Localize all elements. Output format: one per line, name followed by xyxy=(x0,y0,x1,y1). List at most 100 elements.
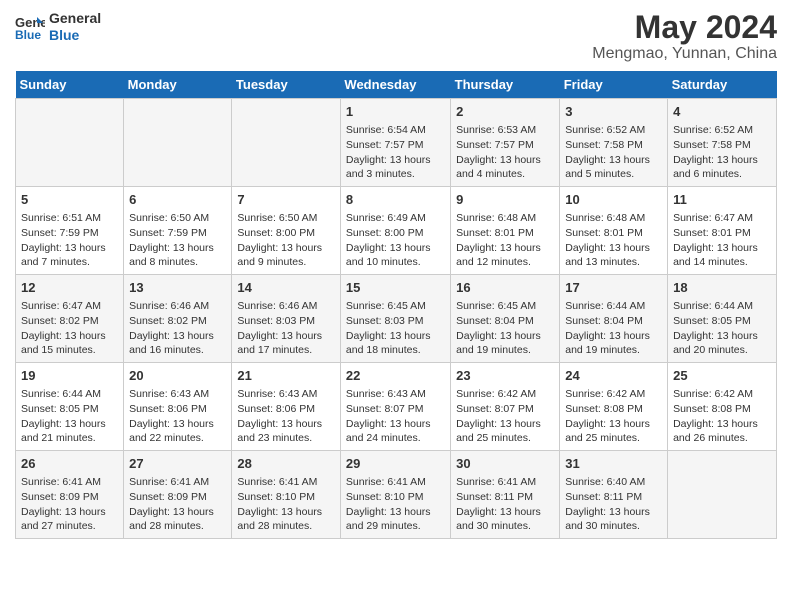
calendar-cell: 23 Sunrise: 6:42 AM Sunset: 8:07 PM Dayli… xyxy=(451,363,560,451)
day-number: 3 xyxy=(565,103,662,121)
day-number: 22 xyxy=(346,367,445,385)
day-info: Sunrise: 6:41 AM Sunset: 8:10 PM Dayligh… xyxy=(346,475,445,534)
day-number: 20 xyxy=(129,367,226,385)
calendar-cell: 13Sunrise: 6:46 AM Sunset: 8:02 PM Dayli… xyxy=(124,275,232,363)
day-number: 4 xyxy=(673,103,771,121)
day-info: Sunrise: 6:42 AM Sunset: 8:08 PM Dayligh… xyxy=(565,387,662,446)
day-info: Sunrise: 6:45 AM Sunset: 8:04 PM Dayligh… xyxy=(456,299,554,358)
calendar-cell: 1 Sunrise: 6:54 AM Sunset: 7:57 PM Daylig… xyxy=(340,99,450,187)
calendar-cell: 6 Sunrise: 6:50 AM Sunset: 7:59 PM Daylig… xyxy=(124,187,232,275)
day-info: Sunrise: 6:43 AM Sunset: 8:06 PM Dayligh… xyxy=(237,387,335,446)
calendar-cell: 25 Sunrise: 6:42 AM Sunset: 8:08 PM Dayli… xyxy=(668,363,777,451)
day-number: 11 xyxy=(673,191,771,209)
week-row-3: 12 Sunrise: 6:47 AM Sunset: 8:02 PM Dayli… xyxy=(16,275,777,363)
calendar-cell: 28Sunrise: 6:41 AM Sunset: 8:10 PM Dayli… xyxy=(232,450,341,538)
day-number: 28 xyxy=(237,455,335,473)
day-info: Sunrise: 6:50 AM Sunset: 8:00 PM Dayligh… xyxy=(237,211,335,270)
weekday-header-thursday: Thursday xyxy=(451,71,560,99)
day-info: Sunrise: 6:46 AM Sunset: 8:03 PM Dayligh… xyxy=(237,299,335,358)
day-info: Sunrise: 6:44 AM Sunset: 8:05 PM Dayligh… xyxy=(21,387,118,446)
title-area: May 2024 Mengmao, Yunnan, China xyxy=(592,10,777,63)
calendar-cell: 5Sunrise: 6:51 AM Sunset: 7:59 PM Daylig… xyxy=(16,187,124,275)
day-number: 2 xyxy=(456,103,554,121)
calendar-cell: 9Sunrise: 6:48 AM Sunset: 8:01 PM Daylig… xyxy=(451,187,560,275)
calendar-cell: 7 Sunrise: 6:50 AM Sunset: 8:00 PM Daylig… xyxy=(232,187,341,275)
calendar-cell: 20 Sunrise: 6:43 AM Sunset: 8:06 PM Dayli… xyxy=(124,363,232,451)
svg-text:Blue: Blue xyxy=(15,28,41,41)
month-title: May 2024 xyxy=(592,10,777,45)
day-number: 1 xyxy=(346,103,445,121)
location-subtitle: Mengmao, Yunnan, China xyxy=(592,45,777,63)
day-info: Sunrise: 6:42 AM Sunset: 8:07 PM Dayligh… xyxy=(456,387,554,446)
header: General Blue General Blue May 2024 Mengm… xyxy=(15,10,777,63)
day-info: Sunrise: 6:52 AM Sunset: 7:58 PM Dayligh… xyxy=(673,123,771,182)
calendar-cell: 19 Sunrise: 6:44 AM Sunset: 8:05 PM Dayli… xyxy=(16,363,124,451)
calendar-cell: 26 Sunrise: 6:41 AM Sunset: 8:09 PM Dayli… xyxy=(16,450,124,538)
day-number: 21 xyxy=(237,367,335,385)
day-number: 12 xyxy=(21,279,118,297)
calendar-cell xyxy=(16,99,124,187)
weekday-header-tuesday: Tuesday xyxy=(232,71,341,99)
calendar-cell: 12 Sunrise: 6:47 AM Sunset: 8:02 PM Dayli… xyxy=(16,275,124,363)
calendar-cell: 18Sunrise: 6:44 AM Sunset: 8:05 PM Dayli… xyxy=(668,275,777,363)
day-info: Sunrise: 6:48 AM Sunset: 8:01 PM Dayligh… xyxy=(565,211,662,270)
calendar-cell xyxy=(668,450,777,538)
calendar-cell: 27 Sunrise: 6:41 AM Sunset: 8:09 PM Dayli… xyxy=(124,450,232,538)
day-number: 27 xyxy=(129,455,226,473)
calendar-cell: 30Sunrise: 6:41 AM Sunset: 8:11 PM Dayli… xyxy=(451,450,560,538)
day-number: 29 xyxy=(346,455,445,473)
week-row-1: 1 Sunrise: 6:54 AM Sunset: 7:57 PM Daylig… xyxy=(16,99,777,187)
calendar-cell: 22Sunrise: 6:43 AM Sunset: 8:07 PM Dayli… xyxy=(340,363,450,451)
calendar-cell: 24 Sunrise: 6:42 AM Sunset: 8:08 PM Dayli… xyxy=(560,363,668,451)
day-number: 25 xyxy=(673,367,771,385)
weekday-header-friday: Friday xyxy=(560,71,668,99)
calendar-cell: 2 Sunrise: 6:53 AM Sunset: 7:57 PM Daylig… xyxy=(451,99,560,187)
day-info: Sunrise: 6:47 AM Sunset: 8:01 PM Dayligh… xyxy=(673,211,771,270)
logo-blue: Blue xyxy=(49,27,101,44)
day-number: 30 xyxy=(456,455,554,473)
calendar-cell: 16 Sunrise: 6:45 AM Sunset: 8:04 PM Dayli… xyxy=(451,275,560,363)
calendar-cell: 15 Sunrise: 6:45 AM Sunset: 8:03 PM Dayli… xyxy=(340,275,450,363)
day-number: 31 xyxy=(565,455,662,473)
weekday-header-saturday: Saturday xyxy=(668,71,777,99)
day-info: Sunrise: 6:47 AM Sunset: 8:02 PM Dayligh… xyxy=(21,299,118,358)
day-number: 13 xyxy=(129,279,226,297)
day-number: 6 xyxy=(129,191,226,209)
day-info: Sunrise: 6:52 AM Sunset: 7:58 PM Dayligh… xyxy=(565,123,662,182)
day-number: 5 xyxy=(21,191,118,209)
calendar-cell: 8Sunrise: 6:49 AM Sunset: 8:00 PM Daylig… xyxy=(340,187,450,275)
day-number: 8 xyxy=(346,191,445,209)
day-info: Sunrise: 6:50 AM Sunset: 7:59 PM Dayligh… xyxy=(129,211,226,270)
calendar-cell: 17Sunrise: 6:44 AM Sunset: 8:04 PM Dayli… xyxy=(560,275,668,363)
day-number: 23 xyxy=(456,367,554,385)
day-number: 15 xyxy=(346,279,445,297)
calendar-cell: 4 Sunrise: 6:52 AM Sunset: 7:58 PM Daylig… xyxy=(668,99,777,187)
day-info: Sunrise: 6:54 AM Sunset: 7:57 PM Dayligh… xyxy=(346,123,445,182)
day-info: Sunrise: 6:41 AM Sunset: 8:09 PM Dayligh… xyxy=(129,475,226,534)
weekday-header-wednesday: Wednesday xyxy=(340,71,450,99)
calendar-cell: 10 Sunrise: 6:48 AM Sunset: 8:01 PM Dayli… xyxy=(560,187,668,275)
logo-icon: General Blue xyxy=(15,13,45,41)
day-info: Sunrise: 6:42 AM Sunset: 8:08 PM Dayligh… xyxy=(673,387,771,446)
weekday-header-sunday: Sunday xyxy=(16,71,124,99)
calendar-cell: 31Sunrise: 6:40 AM Sunset: 8:11 PM Dayli… xyxy=(560,450,668,538)
day-info: Sunrise: 6:44 AM Sunset: 8:04 PM Dayligh… xyxy=(565,299,662,358)
day-number: 19 xyxy=(21,367,118,385)
day-number: 16 xyxy=(456,279,554,297)
day-info: Sunrise: 6:53 AM Sunset: 7:57 PM Dayligh… xyxy=(456,123,554,182)
day-info: Sunrise: 6:45 AM Sunset: 8:03 PM Dayligh… xyxy=(346,299,445,358)
day-info: Sunrise: 6:43 AM Sunset: 8:06 PM Dayligh… xyxy=(129,387,226,446)
week-row-5: 26 Sunrise: 6:41 AM Sunset: 8:09 PM Dayli… xyxy=(16,450,777,538)
day-info: Sunrise: 6:41 AM Sunset: 8:09 PM Dayligh… xyxy=(21,475,118,534)
day-number: 26 xyxy=(21,455,118,473)
day-number: 10 xyxy=(565,191,662,209)
calendar-cell: 11 Sunrise: 6:47 AM Sunset: 8:01 PM Dayli… xyxy=(668,187,777,275)
logo: General Blue General Blue xyxy=(15,10,101,44)
calendar-table: SundayMondayTuesdayWednesdayThursdayFrid… xyxy=(15,71,777,539)
day-number: 7 xyxy=(237,191,335,209)
calendar-cell: 14Sunrise: 6:46 AM Sunset: 8:03 PM Dayli… xyxy=(232,275,341,363)
week-row-2: 5Sunrise: 6:51 AM Sunset: 7:59 PM Daylig… xyxy=(16,187,777,275)
logo-general: General xyxy=(49,10,101,27)
day-info: Sunrise: 6:44 AM Sunset: 8:05 PM Dayligh… xyxy=(673,299,771,358)
day-number: 24 xyxy=(565,367,662,385)
